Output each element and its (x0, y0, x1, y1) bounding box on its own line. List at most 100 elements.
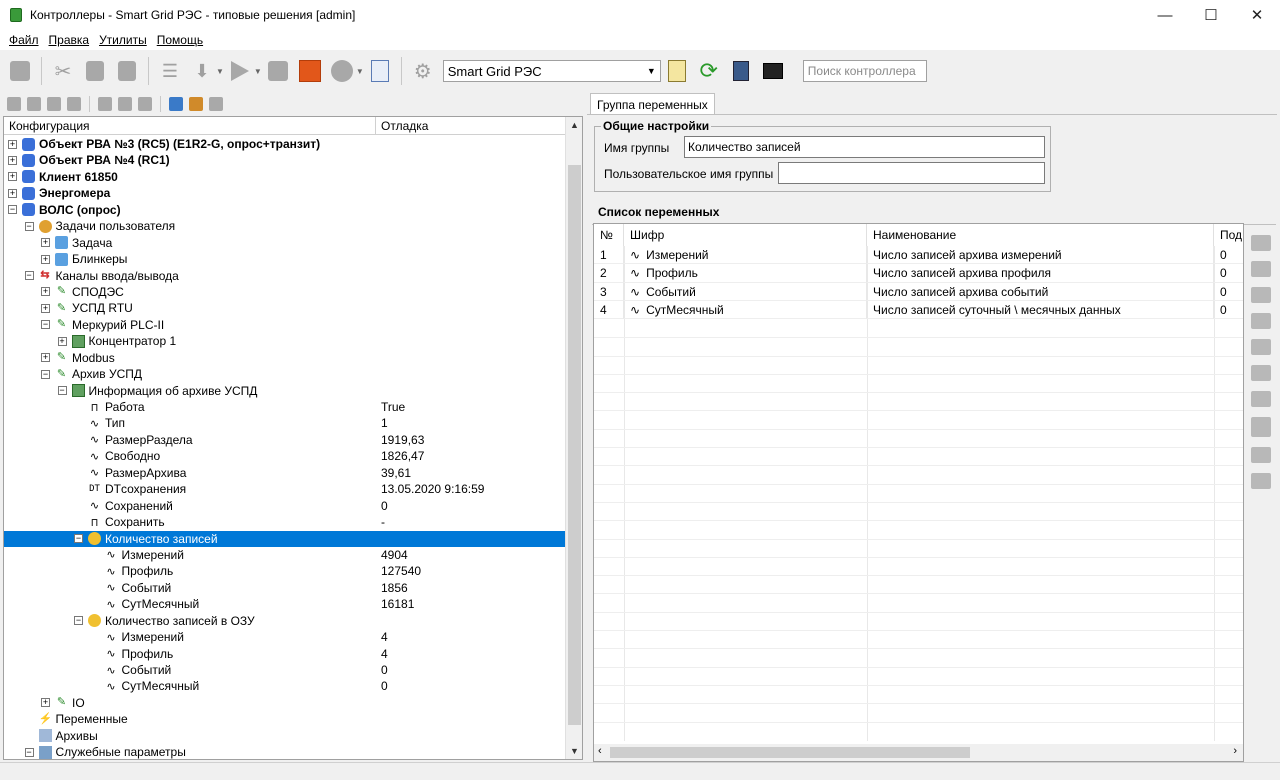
expand-icon[interactable]: + (41, 698, 50, 708)
cell-code[interactable]: ∿ Событий (624, 282, 867, 301)
collapse-icon[interactable]: − (57, 386, 67, 396)
collapse-icon[interactable]: − (24, 221, 34, 231)
expand-icon[interactable]: + (57, 336, 67, 346)
tree-row[interactable]: − ✎ Меркурий PLC-II (4, 317, 566, 333)
tree-row[interactable]: ∿ РазмерАрхива 39,61 (4, 465, 566, 481)
expand-icon[interactable]: + (8, 172, 17, 182)
cell-sub[interactable]: 0 (1214, 301, 1243, 320)
settings-button[interactable]: ⚙ (410, 58, 436, 84)
chevron-down-icon[interactable]: ▼ (356, 67, 364, 76)
tree-row[interactable]: ⊓ Работа True (4, 399, 566, 415)
cell-number[interactable]: 3 (594, 282, 624, 301)
tree-row[interactable]: − Задачи пользователя (4, 218, 566, 234)
save-button[interactable] (7, 58, 33, 84)
tree-row[interactable]: ∿ СутМесячный 16181 (4, 596, 566, 612)
refresh-button[interactable]: ⟳ (696, 58, 722, 84)
scroll-up-icon[interactable]: ▲ (566, 117, 583, 133)
column-name[interactable]: Наименование (867, 224, 1214, 246)
terminal-button[interactable] (760, 58, 786, 84)
calculator-button[interactable] (728, 58, 754, 84)
tree-row[interactable]: + Объект РВА №4 (RC1) (4, 152, 566, 168)
expand-icon[interactable]: + (41, 254, 50, 264)
column-code[interactable]: Шифр (624, 224, 867, 246)
tree-row[interactable]: − ВОЛС (опрос) (4, 202, 566, 218)
scroll-thumb[interactable] (610, 747, 970, 758)
tree-row[interactable]: − ✎ Архив УСПД (4, 366, 566, 382)
scroll-down-icon[interactable]: ▼ (566, 743, 583, 759)
delete-icon[interactable] (209, 97, 223, 111)
cell-code[interactable]: ∿ Профиль (624, 264, 867, 283)
tree-row[interactable]: ∿ Профиль 4 (4, 646, 566, 662)
cell-number[interactable]: 2 (594, 264, 624, 283)
menu-utilities[interactable]: Утилиты (94, 33, 152, 47)
tree-row[interactable]: ∿ Сохранений 0 (4, 498, 566, 514)
chevron-down-icon[interactable]: ▼ (216, 67, 224, 76)
tree-row[interactable]: + ✎ СПОДЭС (4, 284, 566, 300)
cell-name[interactable]: Число записей архива профиля (867, 264, 1214, 283)
insert-variable-icon[interactable] (1251, 339, 1271, 355)
stop-button[interactable] (265, 58, 291, 84)
column-sub[interactable]: Под (1214, 224, 1243, 246)
tree-row[interactable]: + Концентратор 1 (4, 333, 566, 349)
tree-tool-icon[interactable] (7, 97, 21, 111)
download-button[interactable]: ⬇ (189, 58, 215, 84)
tree-row[interactable]: ∿ Тип 1 (4, 415, 566, 431)
document-button[interactable] (367, 58, 393, 84)
tree-row[interactable]: Архивы (4, 728, 566, 744)
cell-sub[interactable]: 0 (1214, 283, 1243, 301)
column-number[interactable]: № (594, 224, 624, 246)
variable-tool-icon[interactable] (1251, 447, 1271, 463)
tree-row[interactable]: + ✎ IO (4, 695, 566, 711)
search-input[interactable] (802, 60, 927, 82)
expand-icon[interactable]: + (8, 155, 17, 165)
collapse-icon[interactable]: − (41, 369, 50, 379)
tree-row[interactable]: ∿ Измерений 4904 (4, 547, 566, 563)
column-configuration[interactable]: Конфигурация (4, 117, 376, 134)
tree-tool-icon[interactable] (98, 97, 112, 111)
tree-tool-icon[interactable] (47, 97, 61, 111)
cell-sub[interactable]: 0 (1214, 264, 1243, 283)
tree-row[interactable]: − ⇆ Каналы ввода/вывода (4, 268, 566, 284)
tree-row[interactable]: + Энергомера (4, 185, 566, 201)
menu-help[interactable]: Помощь (152, 33, 208, 47)
tree-row[interactable]: + Клиент 61850 (4, 169, 566, 185)
tree-tool-icon[interactable] (67, 97, 81, 111)
tree-tool-icon[interactable] (118, 97, 132, 111)
tree-row[interactable]: ∿ Событий 0 (4, 662, 566, 678)
expand-icon[interactable]: + (8, 139, 17, 149)
cell-name[interactable]: Число записей архива измерений (867, 246, 1214, 265)
tree-row[interactable]: ∿ Профиль 127540 (4, 563, 566, 579)
collapse-icon[interactable]: − (41, 320, 50, 330)
tree-row[interactable]: + ✎ УСПД RTU (4, 300, 566, 316)
scroll-right-icon[interactable]: › (1233, 745, 1237, 757)
circle-button[interactable] (329, 58, 355, 84)
scroll-thumb[interactable] (568, 165, 581, 725)
collapse-icon[interactable]: − (74, 534, 83, 543)
paste-button[interactable] (114, 58, 140, 84)
cut-button[interactable]: ✂ (50, 58, 76, 84)
user-group-name-field[interactable] (778, 162, 1045, 184)
close-button[interactable]: ✕ (1234, 0, 1280, 30)
tree-row[interactable]: ∿ Свободно 1826,47 (4, 448, 566, 464)
numbered-list-button[interactable]: ☰ (157, 58, 183, 84)
tree-row[interactable]: DT DTсохранения 13.05.2020 9:16:59 (4, 481, 566, 497)
collapse-icon[interactable]: − (74, 616, 83, 626)
tab-variable-group[interactable]: Группа переменных (590, 93, 715, 115)
tree-row[interactable]: ∿ СутМесячный 0 (4, 678, 566, 694)
variable-tool-icon[interactable] (1251, 365, 1271, 381)
chevron-down-icon[interactable]: ▼ (254, 67, 262, 76)
tree-row[interactable]: + Блинкеры (4, 251, 566, 267)
grid-hscrollbar[interactable]: ‹ › (594, 744, 1243, 761)
cell-name[interactable]: Число записей суточный \ месячных данных (867, 300, 1214, 320)
cell-code[interactable]: ∿ Измерений (624, 246, 867, 265)
collapse-icon[interactable]: − (24, 747, 34, 757)
tree-row[interactable]: + Задача (4, 235, 566, 251)
tree-row[interactable]: ∿ РазмерРаздела 1919,63 (4, 432, 566, 448)
variable-tool-icon[interactable] (1251, 391, 1271, 407)
column-debug[interactable]: Отладка (376, 117, 566, 134)
group-name-field[interactable]: Количество записей (684, 136, 1045, 158)
tree-move-icon[interactable] (169, 97, 183, 111)
record-button[interactable] (297, 58, 323, 84)
menu-file[interactable]: Файл (4, 33, 44, 47)
minimize-button[interactable]: — (1142, 0, 1188, 30)
